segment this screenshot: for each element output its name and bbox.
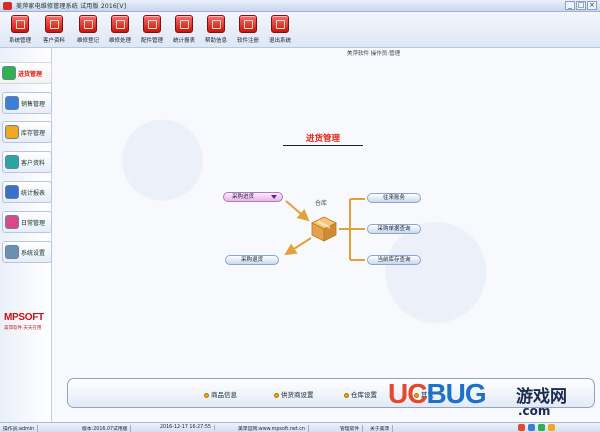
toolbar-button-repair-process[interactable]: 维修处理 [104,14,136,46]
watermark-domain: .com [518,404,551,418]
status-datetime: 2016-12-17 16:27:55 [160,425,215,430]
exit-icon [271,15,289,33]
sidebar: 进货管理 销售管理 库存管理 客户资料 统计报表 日常管理 系统设置 MPSOF… [0,48,52,422]
purchase-in-label: 采购进货 [232,194,255,200]
toolbar-button-system[interactable]: 系统管理 [4,14,36,46]
toolbar-label: 客户资料 [42,38,65,44]
quick-link-label: 仓库设置 [351,391,377,399]
quick-link-warehouse[interactable]: 仓库设置 [344,389,377,399]
settings-icon [5,245,19,259]
status-version: 版本:2016.07试用版 [82,425,132,432]
bullet-icon [344,393,349,398]
purchase-in-button[interactable]: 采购进货 [223,192,283,202]
purchase-icon [2,66,16,80]
sidebar-item-daily[interactable]: 日常管理 [2,211,52,233]
sidebar-item-client[interactable]: 客户资料 [2,151,52,173]
system-icon [11,15,29,33]
repair-register-icon [79,15,97,33]
sidebar-item-sales[interactable]: 销售管理 [2,92,52,114]
dropdown-arrow-icon [271,195,277,199]
sidebar-item-label: 日常管理 [21,220,46,227]
sidebar-item-label: 系统设置 [21,250,46,257]
bracket-connector [339,198,365,261]
toolbar-button-register[interactable]: 软件注册 [232,14,264,46]
sidebar-item-label: 进货管理 [18,71,43,78]
parts-icon [143,15,161,33]
brand-block: MPSOFT 美萍软件 天天在用 [4,312,50,331]
sidebar-item-settings[interactable]: 系统设置 [2,241,52,263]
sidebar-item-label: 客户资料 [21,160,46,167]
toolbar-label: 系统管理 [8,38,31,44]
quick-link-label: 商品信息 [211,391,237,399]
toolbar-label: 配件管理 [140,38,163,44]
toolbar-label: 维修登记 [76,38,99,44]
toolbar-button-report[interactable]: 统计报表 [168,14,200,46]
toolbar-label: 维修处理 [108,38,131,44]
sidebar-item-label: 库存管理 [21,130,46,137]
arrow-return [284,237,312,256]
toolbar-label: 退出系统 [268,38,291,44]
sales-icon [5,96,19,110]
repair-process-icon [111,15,129,33]
quick-link-label: 供货商设置 [281,391,314,399]
minimize-icon[interactable]: _ [565,1,575,10]
stats-icon [5,185,19,199]
query-purchase-orders-button[interactable]: 采购单据查询 [367,224,421,234]
quick-link-suppliers[interactable]: 供货商设置 [274,389,314,399]
toolbar-button-customer[interactable]: 客户资料 [38,14,70,46]
brand-slogan: 美萍软件 天天在用 [4,326,42,331]
sidebar-item-stats[interactable]: 统计报表 [2,181,52,203]
customer-icon [45,15,63,33]
bullet-icon [274,393,279,398]
toolbar-label: 统计报表 [172,38,195,44]
warehouse-box-icon [311,216,337,242]
quick-link-goods[interactable]: 商品信息 [204,389,237,399]
daily-icon [5,215,19,229]
warehouse-label: 仓库 [315,200,328,207]
watermark-logo: UCBUG [388,378,487,409]
help-icon [207,15,225,33]
status-operator: 操作员:admin [3,425,39,432]
sidebar-item-label: 统计报表 [21,190,46,197]
client-icon [5,155,19,169]
toolbar-button-exit[interactable]: 退出系统 [264,14,296,46]
sidebar-item-inventory[interactable]: 库存管理 [2,121,52,143]
toolbar-label: 软件注册 [236,38,259,44]
arrow-in [285,200,310,222]
status-website: 美萍官网:www.mpsoft.net.cn [238,425,309,432]
window-title: 美萍家电维修管理系统 试用版 2016[V] [16,3,127,10]
toolbar-button-help[interactable]: 帮助信息 [200,14,232,46]
bullet-icon [204,393,209,398]
query-accounts-button[interactable]: 往来账务 [367,193,421,203]
sidebar-item-purchase[interactable]: 进货管理 [0,62,52,84]
flow-connectors [284,198,365,261]
status-software: 管理软件 [340,425,364,432]
title-bar: 美萍家电维修管理系统 试用版 2016[V] _ □ × [0,0,600,12]
app-icon [3,2,12,10]
main-area: 进货管理 销售管理 库存管理 客户资料 统计报表 日常管理 系统设置 MPSOF… [0,48,600,422]
inventory-icon [5,125,19,139]
toolbar-label: 帮助信息 [204,38,227,44]
content-area: 美萍软件 操作员:管理 进货管理 采购进货 采购退货 仓库 往来账务 采购单据查… [53,48,600,422]
maximize-icon[interactable]: □ [576,1,586,10]
main-toolbar: 系统管理 客户资料 维修登记 维修处理 配件管理 统计报表 帮助信息 软件注册 … [0,12,600,48]
purchase-return-button[interactable]: 采购退货 [225,255,279,265]
watermark: UCBUG 游戏网 .com [388,374,600,432]
register-icon [239,15,257,33]
brand-logo: MPSOFT [4,312,44,323]
close-icon[interactable]: × [587,1,597,10]
report-icon [175,15,193,33]
toolbar-button-parts[interactable]: 配件管理 [136,14,168,46]
query-stock-button[interactable]: 当前库存查询 [367,255,421,265]
sidebar-item-label: 销售管理 [21,101,46,108]
toolbar-button-repair-register[interactable]: 维修登记 [72,14,104,46]
